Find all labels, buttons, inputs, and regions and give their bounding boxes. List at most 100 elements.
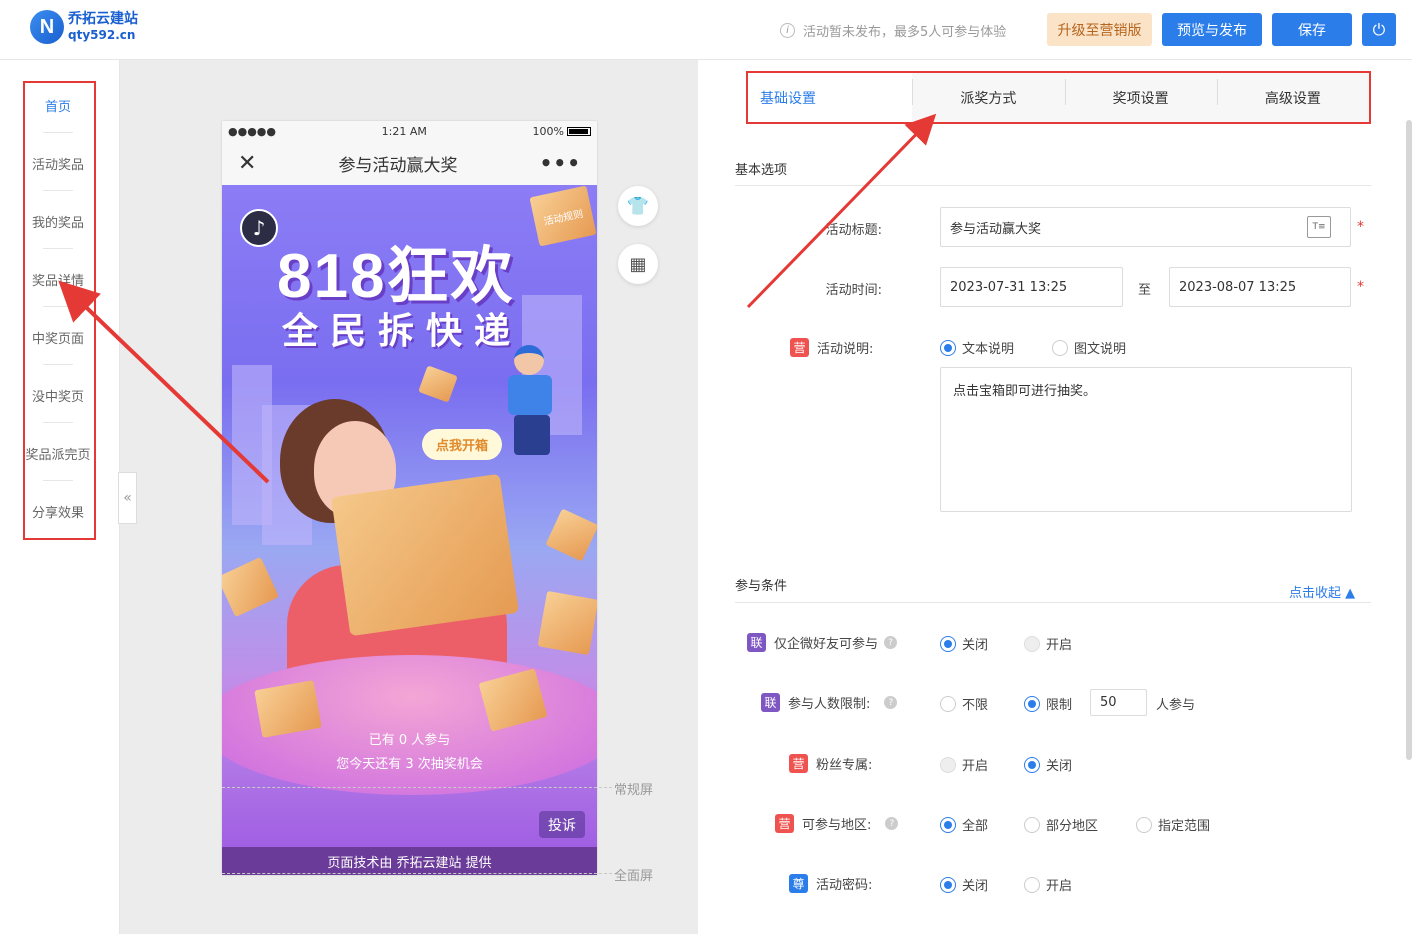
- marketing-tag: 营: [790, 338, 809, 357]
- top-bar: N 乔拓云建站 qty592.cn i 活动暂未发布，最多5人可参与体验 升级至…: [0, 0, 1412, 60]
- linked-tag: 联: [761, 693, 780, 712]
- start-time-input[interactable]: 2023-07-31 13:25: [940, 267, 1123, 307]
- radio-label: 全部: [962, 819, 989, 834]
- phone-page-title: 参与活动赢大奖: [338, 155, 458, 176]
- wecom-on-radio[interactable]: 开启: [1024, 634, 1072, 653]
- title-label: 活动标题:: [825, 223, 882, 238]
- radio-label: 开启: [1046, 879, 1073, 894]
- fans-label-text: 粉丝专属:: [816, 758, 873, 773]
- logo-url: qty592.cn: [68, 28, 136, 42]
- password-off-radio[interactable]: 关闭: [940, 875, 988, 894]
- open-box-bubble[interactable]: 点我开箱: [422, 429, 503, 460]
- radio-label: 开启: [962, 759, 989, 774]
- radio-label: 关闭: [962, 638, 989, 653]
- wecom-label: 联 仅企微好友可参与 ?: [747, 633, 898, 652]
- rules-box-label: 活动规则: [542, 208, 585, 228]
- limit-on-radio[interactable]: 限制: [1024, 694, 1072, 713]
- help-icon[interactable]: ?: [885, 817, 899, 830]
- sidebar-divider: [43, 480, 73, 481]
- sidebar-item-home[interactable]: 首页: [0, 96, 116, 115]
- collapse-sidebar-icon[interactable]: «: [118, 472, 137, 524]
- password-label: 尊 活动密码:: [789, 874, 872, 893]
- required-mark: *: [1357, 279, 1364, 295]
- participants-count: 已有 0 人参与: [368, 733, 451, 748]
- sidebar-item-prizes-out-page[interactable]: 奖品派完页: [0, 444, 116, 463]
- full-screen-label: 全面屏: [614, 869, 654, 884]
- end-time-input[interactable]: 2023-08-07 13:25: [1169, 267, 1351, 307]
- sidebar-divider: [43, 306, 73, 307]
- wecom-off-radio[interactable]: 关闭: [940, 634, 988, 653]
- fans-on-radio[interactable]: 开启: [940, 755, 988, 774]
- radio-label: 图文说明: [1074, 342, 1127, 357]
- power-icon[interactable]: ⏻: [1362, 13, 1396, 46]
- sidebar-item-win-page[interactable]: 中奖页面: [0, 328, 116, 347]
- desc-label: 营 活动说明:: [790, 338, 873, 357]
- sidebar-divider: [43, 248, 73, 249]
- password-on-radio[interactable]: 开启: [1024, 875, 1072, 894]
- sidebar-item-my-prizes[interactable]: 我的奖品: [0, 212, 116, 231]
- text-editor-icon[interactable]: T≡: [1307, 216, 1331, 238]
- section-divider: [735, 602, 1371, 603]
- upgrade-button[interactable]: 升级至营销版: [1047, 13, 1152, 46]
- wecom-label-text: 仅企微好友可参与: [774, 637, 879, 652]
- section-divider: [735, 185, 1371, 186]
- required-mark: *: [1357, 219, 1364, 235]
- notice-text: 活动暂未发布，最多5人可参与体验: [803, 25, 1007, 40]
- sidebar-item-prize-detail[interactable]: 奖品详情: [0, 270, 116, 289]
- help-icon[interactable]: ?: [884, 696, 898, 709]
- limit-none-radio[interactable]: 不限: [940, 694, 988, 713]
- desc-rich-radio[interactable]: 图文说明: [1052, 338, 1126, 357]
- region-range-radio[interactable]: 指定范围: [1136, 815, 1210, 834]
- logo[interactable]: N 乔拓云建站 qty592.cn: [30, 10, 138, 44]
- region-all-radio[interactable]: 全部: [940, 815, 988, 834]
- sidebar-item-lose-page[interactable]: 没中奖页: [0, 386, 116, 405]
- marketing-tag: 营: [775, 814, 794, 833]
- building-illustration: [262, 405, 312, 545]
- password-label-text: 活动密码:: [816, 878, 873, 893]
- radio-label: 指定范围: [1158, 819, 1211, 834]
- signal-icon: ●●●●●: [228, 124, 276, 138]
- phone-footer: 页面技术由 乔拓云建站 提供: [222, 847, 597, 875]
- activity-poster[interactable]: 活动规则 ♪ 818狂欢 全民拆快递 点我开箱 已有 0 人参与 您今天还有 3…: [222, 185, 597, 847]
- music-icon[interactable]: ♪: [240, 209, 278, 247]
- close-icon[interactable]: ✕: [238, 151, 256, 176]
- sidebar-item-prizes[interactable]: 活动奖品: [0, 154, 116, 173]
- panel-scrollbar[interactable]: [1406, 120, 1412, 760]
- preview-publish-button[interactable]: 预览与发布: [1162, 13, 1262, 46]
- collapse-link[interactable]: 点击收起 ▲: [1289, 582, 1355, 601]
- desc-text-radio[interactable]: 文本说明: [940, 338, 1014, 357]
- desc-label-text: 活动说明:: [817, 342, 874, 357]
- title-input[interactable]: 参与活动赢大奖: [940, 207, 1351, 247]
- battery-text: 100%: [532, 124, 564, 138]
- shirt-icon[interactable]: 👕: [618, 186, 658, 226]
- rules-box[interactable]: 活动规则: [529, 185, 597, 247]
- box-illustration: [418, 365, 458, 403]
- more-icon[interactable]: •••: [540, 151, 581, 175]
- save-button[interactable]: 保存: [1272, 13, 1352, 46]
- box-illustration: [545, 508, 597, 562]
- grid-icon[interactable]: ▦: [618, 244, 658, 284]
- big-box-illustration[interactable]: [331, 473, 519, 637]
- box-illustration: [537, 590, 597, 656]
- courier-illustration: [504, 345, 564, 455]
- complain-button[interactable]: 投诉: [539, 811, 585, 838]
- fans-off-radio[interactable]: 关闭: [1024, 755, 1072, 774]
- full-screen-guide: [222, 873, 612, 874]
- time-to-label: 至: [1138, 283, 1152, 298]
- logo-name: 乔拓云建站: [68, 11, 138, 27]
- sidebar-item-share[interactable]: 分享效果: [0, 502, 116, 521]
- phone-preview: ●●●●● 1:21 AM 100% ✕ 参与活动赢大奖 ••• 活动规则 ♪ …: [222, 121, 597, 875]
- radio-label: 关闭: [962, 879, 989, 894]
- region-part-radio[interactable]: 部分地区: [1024, 815, 1098, 834]
- desc-textarea[interactable]: 点击宝箱即可进行抽奖。: [940, 367, 1352, 512]
- help-icon[interactable]: ?: [884, 636, 898, 649]
- linked-tag: 联: [747, 633, 766, 652]
- radio-label: 限制: [1046, 698, 1073, 713]
- phone-navbar: ✕ 参与活动赢大奖 •••: [222, 141, 597, 185]
- logo-icon: N: [30, 10, 64, 44]
- limit-input[interactable]: 50: [1090, 689, 1147, 716]
- status-bar: ●●●●● 1:21 AM 100%: [222, 121, 597, 141]
- info-icon: i: [780, 23, 795, 38]
- status-time: 1:21 AM: [381, 124, 427, 138]
- battery-icon: [566, 127, 591, 136]
